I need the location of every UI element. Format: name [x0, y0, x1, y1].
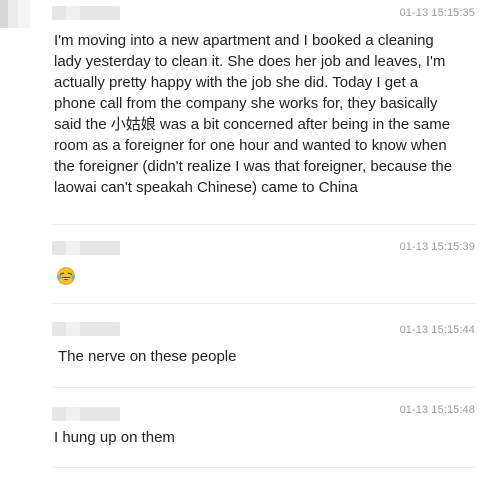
comment-timestamp: 01-13 15:15:35 [399, 7, 475, 19]
divider [52, 303, 476, 304]
username-redacted[interactable] [52, 322, 120, 336]
comment-text: The nerve on these people [58, 348, 237, 365]
username-redacted[interactable] [52, 407, 120, 421]
comment-text: I'm moving into a new apartment and I bo… [54, 32, 453, 196]
avatar[interactable] [0, 0, 44, 28]
divider [52, 224, 476, 225]
divider [52, 387, 476, 388]
username-redacted[interactable] [52, 6, 120, 20]
comment-timestamp: 01-13 15:15:39 [399, 241, 475, 253]
laughing-crying-emoji-icon [57, 267, 75, 285]
username-redacted[interactable] [52, 241, 120, 255]
divider [52, 467, 476, 468]
comment-timestamp: 01-13 15:15:44 [399, 324, 475, 336]
comment-timestamp: 01-13 15:15:48 [399, 404, 475, 416]
comment-text: I hung up on them [54, 429, 175, 446]
